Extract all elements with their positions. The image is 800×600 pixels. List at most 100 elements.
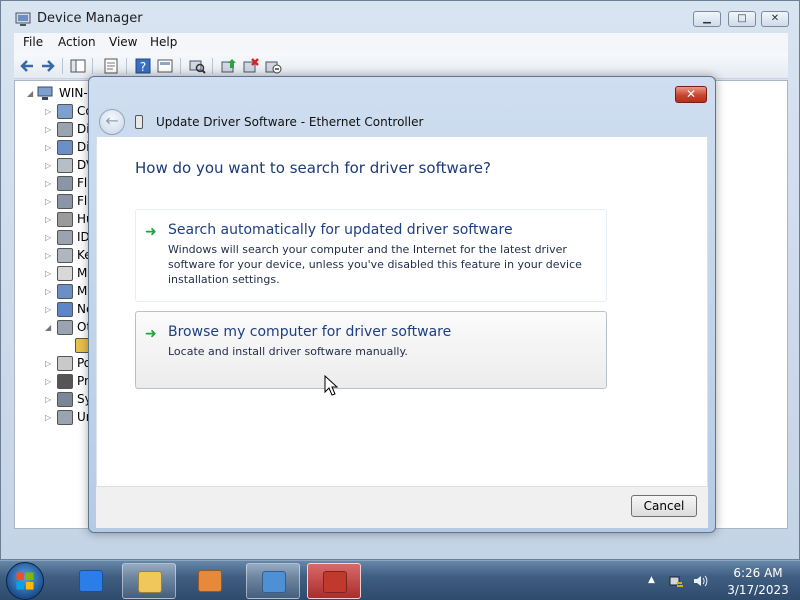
- expand-icon[interactable]: ▷: [45, 270, 53, 278]
- expand-icon[interactable]: ▷: [45, 180, 53, 188]
- ports-icon: [57, 356, 73, 371]
- show-hide-tree-icon[interactable]: [69, 57, 87, 75]
- usb-controller-icon: [57, 410, 73, 425]
- expand-icon[interactable]: ▷: [45, 252, 53, 260]
- floppy-drive-icon: [57, 194, 73, 209]
- dialog-heading: How do you want to search for driver sof…: [135, 159, 491, 177]
- ide-controller-icon: [57, 230, 73, 245]
- close-button[interactable]: ✕: [761, 11, 789, 27]
- internet-explorer-icon: [79, 570, 103, 592]
- start-button[interactable]: [6, 562, 44, 600]
- expand-icon[interactable]: ▷: [45, 360, 53, 368]
- forward-icon[interactable]: [39, 57, 57, 75]
- other-devices-icon: [57, 320, 73, 335]
- toolbar-separator: [92, 58, 93, 74]
- processor-icon: [57, 374, 73, 389]
- menu-help[interactable]: Help: [150, 35, 177, 49]
- system-tray: ▲ 6:26 AM 3/17/2023: [640, 561, 800, 600]
- dialog-content: How do you want to search for driver sof…: [96, 137, 708, 486]
- menu-file[interactable]: File: [23, 35, 43, 49]
- toolbar-separator: [180, 58, 181, 74]
- collapse-icon[interactable]: ◢: [27, 90, 35, 98]
- show-hidden-icons-icon[interactable]: ▲: [648, 575, 655, 585]
- control-panel-icon: [262, 571, 286, 593]
- expand-icon[interactable]: ▷: [45, 288, 53, 296]
- computer-icon: [37, 86, 53, 100]
- disable-icon[interactable]: [264, 57, 282, 75]
- device-manager-icon: [15, 12, 31, 26]
- menu-bar: File Action View Help: [14, 33, 788, 53]
- tree-item-label: Fl: [77, 194, 88, 208]
- properties-icon[interactable]: [102, 57, 120, 75]
- volume-icon[interactable]: [692, 573, 708, 589]
- expand-icon[interactable]: ◢: [45, 324, 53, 332]
- search-automatically-description: Windows will search your computer and th…: [168, 243, 582, 286]
- tree-connector[interactable]: [63, 342, 71, 350]
- expand-icon[interactable]: ▷: [45, 162, 53, 170]
- dialog-close-button[interactable]: ✕: [675, 86, 707, 103]
- menu-view[interactable]: View: [109, 35, 137, 49]
- expand-icon[interactable]: ▷: [45, 108, 53, 116]
- tree-item-label: Fl: [77, 176, 88, 190]
- search-automatically-title: Search automatically for updated driver …: [168, 222, 513, 238]
- expand-icon[interactable]: ▷: [45, 216, 53, 224]
- dialog-title: Update Driver Software - Ethernet Contro…: [156, 115, 424, 129]
- green-arrow-icon: ➜: [145, 326, 157, 342]
- dialog-footer: Cancel: [96, 486, 708, 528]
- search-automatically-option[interactable]: ➜ Search automatically for updated drive…: [135, 209, 607, 302]
- minimize-button[interactable]: ▁: [693, 11, 721, 27]
- expand-icon[interactable]: ▷: [45, 306, 53, 314]
- toolbar-separator: [62, 58, 63, 74]
- expand-icon[interactable]: ▷: [45, 234, 53, 242]
- taskbar-button-internet-explorer[interactable]: [64, 563, 118, 599]
- expand-icon[interactable]: ▷: [45, 378, 53, 386]
- expand-icon[interactable]: ▷: [45, 414, 53, 422]
- menu-action[interactable]: Action: [58, 35, 96, 49]
- taskbar-button-media-player[interactable]: [183, 563, 237, 599]
- monitor-icon: [57, 284, 73, 299]
- display-adapter-icon: [57, 140, 73, 155]
- mouse-icon: [57, 266, 73, 281]
- clock-date[interactable]: 3/17/2023: [720, 583, 796, 597]
- help-icon[interactable]: ?: [134, 57, 152, 75]
- title-bar[interactable]: Device Manager ▁ □ ✕: [1, 1, 799, 33]
- svg-text:?: ?: [140, 60, 146, 74]
- clock-time[interactable]: 6:26 AM: [726, 566, 790, 580]
- scan-hardware-icon[interactable]: [188, 57, 206, 75]
- back-arrow-icon[interactable]: ←: [99, 109, 125, 135]
- taskbar-button-device-manager[interactable]: [307, 563, 361, 599]
- toolbar-separator: [126, 58, 127, 74]
- back-icon[interactable]: [18, 57, 36, 75]
- expand-icon[interactable]: ▷: [45, 126, 53, 134]
- update-driver-dialog: ✕ ← Update Driver Software - Ethernet Co…: [88, 76, 716, 533]
- toolbar-separator: [212, 58, 213, 74]
- computer-icon: [57, 104, 73, 119]
- window-title: Device Manager: [37, 11, 143, 26]
- browse-computer-title: Browse my computer for driver software: [168, 324, 452, 340]
- device-plug-icon: [135, 115, 143, 129]
- browse-computer-option[interactable]: ➜ Browse my computer for driver software…: [135, 311, 607, 389]
- taskbar-button-control-panel[interactable]: [246, 563, 300, 599]
- disk-drive-icon: [57, 122, 73, 137]
- browse-computer-description: Locate and install driver software manua…: [168, 345, 408, 358]
- keyboard-icon: [57, 248, 73, 263]
- cancel-button[interactable]: Cancel: [631, 495, 697, 517]
- maximize-button[interactable]: □: [728, 11, 756, 27]
- network-adapter-icon: [57, 302, 73, 317]
- dvd-drive-icon: [57, 158, 73, 173]
- expand-icon[interactable]: ▷: [45, 396, 53, 404]
- expand-icon[interactable]: ▷: [45, 198, 53, 206]
- view-icon[interactable]: [156, 57, 174, 75]
- uninstall-icon[interactable]: [242, 57, 260, 75]
- expand-icon[interactable]: ▷: [45, 144, 53, 152]
- system-devices-icon: [57, 392, 73, 407]
- hid-icon: [57, 212, 73, 227]
- mouse-cursor-icon: [324, 375, 338, 396]
- update-driver-icon[interactable]: [220, 57, 238, 75]
- taskbar: ▲ 6:26 AM 3/17/2023: [0, 560, 800, 600]
- green-arrow-icon: ➜: [145, 224, 157, 240]
- network-status-icon[interactable]: [668, 573, 684, 589]
- windows-explorer-icon: [138, 571, 162, 593]
- windows-logo-icon: [16, 572, 34, 590]
- taskbar-button-windows-explorer[interactable]: [122, 563, 176, 599]
